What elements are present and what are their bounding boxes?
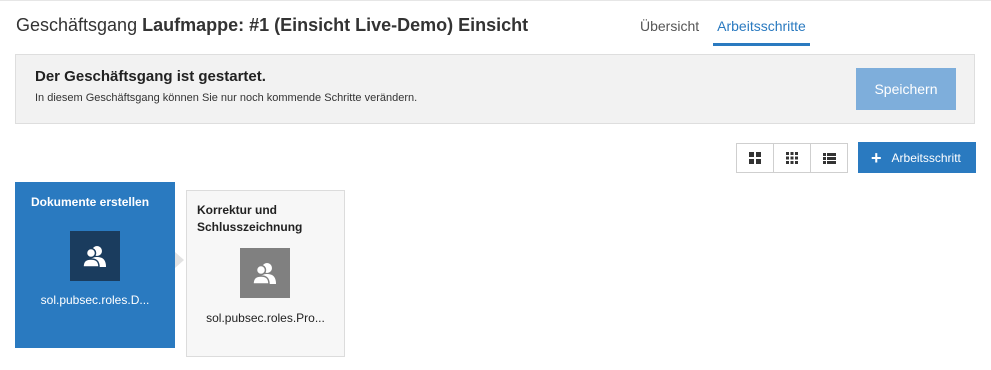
workflow-step-card[interactable]: Dokumente erstellen sol.pubsec.roles.D..… [15,182,175,348]
view-large-tiles-button[interactable] [737,144,773,172]
step-role: sol.pubsec.roles.D... [40,293,150,307]
status-notice: Der Geschäftsgang ist gestartet. In dies… [15,54,975,124]
step-role: sol.pubsec.roles.Pro... [206,311,325,325]
view-small-tiles-button[interactable] [773,144,810,172]
step-title: Dokumente erstellen [31,195,150,209]
page-title-prefix: Geschäftsgang [16,15,138,35]
grid-large-icon [749,152,761,164]
notice-text: In diesem Geschäftsgang können Sie nur n… [35,92,418,104]
tab-overview[interactable]: Übersicht [640,18,699,46]
add-step-label: Arbeitsschritt [891,150,961,165]
workflow-step-card[interactable]: Korrektur und Schlusszeichnung sol.pubse… [186,190,345,357]
list-icon [822,152,836,164]
step-title: Korrektur und Schlusszeichnung [197,203,303,234]
save-button[interactable]: Speichern [856,68,956,110]
top-divider [0,0,991,1]
view-list-button[interactable] [810,144,847,172]
plus-icon: + [871,147,882,168]
tab-workflow-steps[interactable]: Arbeitsschritte [713,18,810,46]
tab-bar: Übersicht Arbeitsschritte [640,18,828,46]
grid-small-icon [786,152,798,164]
view-mode-toggle [736,143,848,173]
users-icon [240,248,290,298]
page-title-main: Laufmappe: #1 (Einsicht Live-Demo) Einsi… [142,15,529,35]
notice-title: Der Geschäftsgang ist gestartet. [35,68,266,85]
page-title: Geschäftsgang Laufmappe: #1 (Einsicht Li… [16,15,528,36]
add-workflow-step-button[interactable]: + Arbeitsschritt [858,142,976,173]
users-icon [70,231,120,281]
step-connector-arrow [175,252,184,268]
